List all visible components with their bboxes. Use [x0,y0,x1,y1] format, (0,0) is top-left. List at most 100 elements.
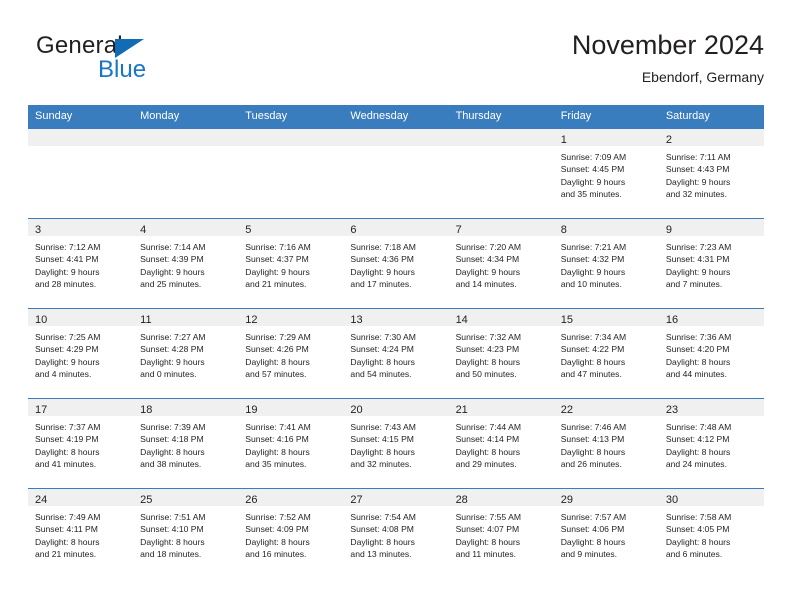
day-sun-info: Sunrise: 7:11 AM Sunset: 4:43 PM Daylight:… [659,146,764,201]
day-cell: 25 Sunrise: 7:51 AM Sunset: 4:10 PM Dayligh… [133,489,239,578]
day-sun-info: Sunrise: 7:34 AM Sunset: 4:22 PM Daylight:… [554,326,659,381]
day-number-strip [448,129,554,146]
day-sun-info: Sunrise: 7:43 AM Sunset: 4:15 PM Daylight:… [343,416,448,471]
daylight-text-line1: Daylight: 8 hours [350,356,415,367]
day-number-strip: 14 [448,309,554,326]
sunrise-text: Sunrise: 7:49 AM [35,512,101,522]
day-number-strip [28,129,134,146]
daylight-text-line2: and 6 minutes. [665,549,723,560]
general-blue-logo[interactable]: General Blue [36,32,236,90]
calendar-cell[interactable]: 4 Sunrise: 7:14 AM Sunset: 4:39 PM Daylight… [133,218,239,309]
day-cell: 21 Sunrise: 7:44 AM Sunset: 4:14 PM Dayligh… [448,399,554,488]
weekday-header-wednesday: Wednesday [343,105,449,129]
calendar-cell[interactable]: 10 Sunrise: 7:25 AM Sunset: 4:29 PM Dayligh… [28,308,134,399]
calendar-cell[interactable]: 15 Sunrise: 7:34 AM Sunset: 4:22 PM Dayligh… [553,308,659,399]
sunrise-text: Sunrise: 7:54 AM [350,512,416,522]
calendar-cell[interactable]: 23 Sunrise: 7:48 AM Sunset: 4:12 PM Dayligh… [658,398,764,489]
daylight-text-line2: and 21 minutes. [245,279,307,290]
day-number-strip: 23 [658,399,764,416]
day-sun-info: Sunrise: 7:21 AM Sunset: 4:32 PM Daylight:… [554,236,659,291]
calendar-cell[interactable]: 14 Sunrise: 7:32 AM Sunset: 4:23 PM Dayligh… [448,308,554,399]
calendar-cell[interactable]: 24 Sunrise: 7:49 AM Sunset: 4:11 PM Dayligh… [28,488,134,578]
day-sun-info: Sunrise: 7:14 AM Sunset: 4:39 PM Daylight:… [133,236,238,291]
daylight-text-line1: Daylight: 9 hours [245,266,310,277]
daylight-text-line1: Daylight: 8 hours [350,446,415,457]
sunset-text: Sunset: 4:06 PM [560,524,625,535]
calendar-cell[interactable]: 19 Sunrise: 7:41 AM Sunset: 4:16 PM Dayligh… [238,398,344,489]
calendar-cell[interactable]: 6 Sunrise: 7:18 AM Sunset: 4:36 PM Daylight… [343,218,449,309]
sunset-text: Sunset: 4:18 PM [140,434,204,445]
calendar-cell[interactable]: 1 Sunrise: 7:09 AM Sunset: 4:45 PM Daylight… [553,129,659,219]
calendar-cell[interactable]: 2 Sunrise: 7:11 AM Sunset: 4:43 PM Daylight… [658,129,764,219]
day-number: 22 [560,404,573,416]
calendar-cell[interactable]: 11 Sunrise: 7:27 AM Sunset: 4:28 PM Dayligh… [133,308,239,399]
calendar-cell[interactable]: 3 Sunrise: 7:12 AM Sunset: 4:41 PM Daylight… [28,218,134,309]
calendar-cell[interactable]: 17 Sunrise: 7:37 AM Sunset: 4:19 PM Dayligh… [28,398,134,489]
day-cell: 30 Sunrise: 7:58 AM Sunset: 4:05 PM Dayligh… [658,489,764,578]
calendar-cell[interactable]: 13 Sunrise: 7:30 AM Sunset: 4:24 PM Dayligh… [343,308,449,399]
calendar-cell[interactable]: 20 Sunrise: 7:43 AM Sunset: 4:15 PM Dayligh… [343,398,449,489]
day-cell: 29 Sunrise: 7:57 AM Sunset: 4:06 PM Dayligh… [553,489,659,578]
calendar-cell[interactable]: 5 Sunrise: 7:16 AM Sunset: 4:37 PM Daylight… [238,218,344,309]
day-number-strip: 1 [553,129,659,146]
daylight-text-line1: Daylight: 9 hours [560,266,626,277]
sunset-text: Sunset: 4:34 PM [455,254,520,265]
calendar-cell[interactable]: 30 Sunrise: 7:58 AM Sunset: 4:05 PM Dayligh… [658,488,764,578]
daylight-text-line2: and 35 minutes. [560,189,622,200]
day-number: 17 [35,404,48,416]
page-subtitle: Ebendorf, Germany [641,69,764,85]
day-number: 4 [140,224,147,236]
day-number-strip: 25 [133,489,239,506]
calendar-cell[interactable]: 7 Sunrise: 7:20 AM Sunset: 4:34 PM Daylight… [448,218,554,309]
daylight-text-line1: Daylight: 9 hours [665,176,731,187]
calendar-cell[interactable]: 18 Sunrise: 7:39 AM Sunset: 4:18 PM Dayligh… [133,398,239,489]
sunrise-text: Sunrise: 7:48 AM [665,422,732,432]
sunset-text: Sunset: 4:09 PM [245,524,309,535]
calendar-cell[interactable]: 28 Sunrise: 7:55 AM Sunset: 4:07 PM Dayligh… [448,488,554,578]
daylight-text-line1: Daylight: 8 hours [560,536,626,547]
calendar-week-row: 17 Sunrise: 7:37 AM Sunset: 4:19 PM Dayligh… [28,398,764,489]
calendar-cell[interactable]: 9 Sunrise: 7:23 AM Sunset: 4:31 PM Daylight… [658,218,764,309]
day-number: 16 [665,314,679,326]
day-number: 30 [665,494,679,506]
sunset-text: Sunset: 4:10 PM [140,524,204,535]
daylight-text-line1: Daylight: 8 hours [560,446,626,457]
calendar-cell [133,129,239,219]
daylight-text-line2: and 9 minutes. [560,549,618,560]
calendar-cell[interactable]: 16 Sunrise: 7:36 AM Sunset: 4:20 PM Dayligh… [658,308,764,399]
daylight-text-line2: and 35 minutes. [245,459,307,470]
day-number: 6 [350,224,357,236]
calendar-cell [28,129,134,219]
calendar-cell[interactable]: 29 Sunrise: 7:57 AM Sunset: 4:06 PM Dayligh… [553,488,659,578]
day-number: 13 [350,314,363,326]
daylight-text-line2: and 29 minutes. [455,459,517,470]
calendar-cell[interactable]: 12 Sunrise: 7:29 AM Sunset: 4:26 PM Dayligh… [238,308,344,399]
sunrise-text: Sunrise: 7:30 AM [350,332,416,342]
day-sun-info: Sunrise: 7:51 AM Sunset: 4:10 PM Daylight:… [133,506,238,561]
day-cell: 16 Sunrise: 7:36 AM Sunset: 4:20 PM Dayligh… [658,309,764,398]
sunset-text: Sunset: 4:29 PM [35,344,99,355]
calendar-cell[interactable]: 22 Sunrise: 7:46 AM Sunset: 4:13 PM Dayligh… [553,398,659,489]
calendar-cell[interactable]: 8 Sunrise: 7:21 AM Sunset: 4:32 PM Daylight… [553,218,659,309]
day-cell: 5 Sunrise: 7:16 AM Sunset: 4:37 PM Daylight… [238,219,344,308]
day-number-strip: 20 [343,399,449,416]
daylight-text-line2: and 24 minutes. [665,459,727,470]
day-number-strip: 27 [343,489,449,506]
daylight-text-line1: Daylight: 8 hours [245,536,310,547]
calendar-cell[interactable]: 26 Sunrise: 7:52 AM Sunset: 4:09 PM Dayligh… [238,488,344,578]
sunset-text: Sunset: 4:26 PM [245,344,309,355]
calendar-cell[interactable]: 21 Sunrise: 7:44 AM Sunset: 4:14 PM Dayligh… [448,398,554,489]
daylight-text-line2: and 4 minutes. [35,369,92,380]
day-sun-info: Sunrise: 7:23 AM Sunset: 4:31 PM Daylight:… [659,236,764,291]
calendar-cell[interactable]: 25 Sunrise: 7:51 AM Sunset: 4:10 PM Dayligh… [133,488,239,578]
daylight-text-line1: Daylight: 9 hours [140,266,205,277]
sunset-text: Sunset: 4:20 PM [665,344,730,355]
daylight-text-line1: Daylight: 9 hours [35,356,100,367]
day-cell: 14 Sunrise: 7:32 AM Sunset: 4:23 PM Dayligh… [448,309,554,398]
sunset-text: Sunset: 4:15 PM [350,434,414,445]
day-number-strip: 15 [553,309,659,326]
calendar-cell[interactable]: 27 Sunrise: 7:54 AM Sunset: 4:08 PM Dayligh… [343,488,449,578]
day-sun-info: Sunrise: 7:20 AM Sunset: 4:34 PM Daylight:… [449,236,554,291]
calendar-week-row: 24 Sunrise: 7:49 AM Sunset: 4:11 PM Dayligh… [28,488,764,578]
day-number-strip: 29 [553,489,659,506]
